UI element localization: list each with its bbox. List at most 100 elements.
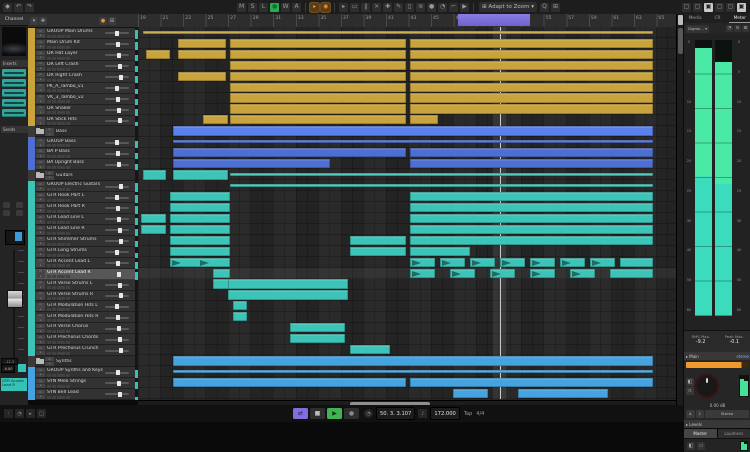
audio-event[interactable] bbox=[410, 225, 653, 234]
audio-event[interactable] bbox=[230, 104, 406, 113]
volume-slider[interactable] bbox=[105, 83, 135, 94]
volume-slider-knob[interactable] bbox=[116, 315, 120, 320]
track-row-guitars[interactable]: msGuitars bbox=[28, 170, 138, 181]
time-signature[interactable]: 4/4 bbox=[476, 411, 484, 417]
mute-solo-listen-button[interactable]: M bbox=[237, 3, 246, 12]
volume-slider[interactable] bbox=[105, 345, 135, 356]
track-row-gtr-prechorus-crunch[interactable]: msGTR Prechorus Crunch bbox=[28, 345, 138, 356]
levels-section-header[interactable]: ▸ Levels bbox=[684, 420, 750, 428]
audio-event[interactable] bbox=[143, 31, 653, 34]
audio-event[interactable] bbox=[410, 247, 470, 256]
control-room-gain-value[interactable]: 0.00 dB bbox=[684, 403, 750, 410]
solo-button[interactable]: s bbox=[36, 99, 45, 103]
tool-icon[interactable]: ⌐ bbox=[449, 3, 458, 12]
mute-button[interactable]: m bbox=[36, 149, 45, 153]
selected-track-name-chip[interactable]: GTR Accent Lead R bbox=[1, 378, 27, 391]
solo-button[interactable]: s bbox=[36, 88, 45, 92]
audio-event[interactable] bbox=[410, 236, 653, 245]
automation-read-write-button[interactable]: A bbox=[292, 3, 301, 12]
solo-button[interactable]: s bbox=[36, 143, 45, 147]
volume-slider[interactable] bbox=[105, 61, 135, 72]
volume-slider[interactable] bbox=[105, 148, 135, 159]
volume-slider[interactable] bbox=[105, 323, 135, 334]
solo-button[interactable]: s bbox=[36, 329, 45, 333]
volume-slider[interactable] bbox=[105, 389, 135, 400]
track-row-gtr-modulation-hits-r[interactable]: msGTR Modulation Hits R bbox=[28, 312, 138, 323]
volume-slider-knob[interactable] bbox=[117, 53, 121, 58]
volume-slider[interactable] bbox=[105, 291, 135, 302]
channel-button[interactable] bbox=[3, 210, 10, 216]
insert-slot[interactable] bbox=[2, 69, 26, 77]
audio-event[interactable] bbox=[230, 72, 406, 81]
audio-event[interactable] bbox=[500, 258, 525, 267]
volume-slider[interactable] bbox=[105, 137, 135, 148]
monitor-button-stereo[interactable]: Stereo bbox=[705, 410, 749, 418]
sends-header[interactable]: Sends bbox=[1, 126, 29, 133]
audio-event[interactable] bbox=[203, 115, 228, 124]
tap-tempo-button[interactable]: Tap bbox=[464, 411, 472, 417]
audio-event[interactable] bbox=[233, 312, 247, 321]
audio-event[interactable] bbox=[173, 370, 653, 373]
volume-slider[interactable] bbox=[105, 170, 135, 181]
insert-slot[interactable] bbox=[2, 89, 26, 97]
volume-slider[interactable] bbox=[105, 258, 135, 269]
audio-event[interactable] bbox=[450, 269, 475, 278]
volume-slider[interactable] bbox=[105, 159, 135, 170]
track-row-gtr-accent-lead-r[interactable]: msGTR Accent Lead R bbox=[28, 269, 138, 280]
audio-event[interactable] bbox=[518, 389, 608, 398]
audio-event[interactable] bbox=[350, 247, 406, 256]
solo-button[interactable]: s bbox=[45, 362, 54, 366]
solo-button[interactable]: s bbox=[36, 242, 45, 246]
volume-slider-knob[interactable] bbox=[116, 370, 120, 375]
volume-slider[interactable] bbox=[105, 367, 135, 378]
tracklist-header-icon[interactable]: ▾ bbox=[30, 17, 38, 25]
volume-slider-knob[interactable] bbox=[115, 250, 119, 255]
audio-event[interactable] bbox=[173, 378, 406, 387]
track-row-gtr-long-strums[interactable]: msGTR Long Strums bbox=[28, 247, 138, 258]
meter-option-icon[interactable]: ≡ bbox=[734, 25, 741, 32]
audio-event[interactable] bbox=[141, 225, 166, 234]
solo-button[interactable]: s bbox=[36, 395, 45, 399]
insert-slot[interactable] bbox=[2, 109, 26, 117]
solo-button[interactable]: s bbox=[36, 318, 45, 322]
solo-button[interactable]: s bbox=[36, 34, 45, 38]
undo-redo-icon[interactable]: ↶ bbox=[14, 3, 23, 12]
solo-button[interactable]: s bbox=[36, 110, 45, 114]
track-row-dr-shaker[interactable]: msDR Shaker bbox=[28, 105, 138, 116]
audio-event[interactable] bbox=[530, 258, 555, 267]
stop-button[interactable]: ■ bbox=[310, 408, 325, 419]
zone-toggle-icon[interactable]: ▣ bbox=[704, 3, 713, 12]
transport-option-icon[interactable]: □ bbox=[37, 409, 46, 418]
tool-icon[interactable]: ◔ bbox=[438, 3, 447, 12]
audio-event[interactable] bbox=[173, 159, 330, 168]
mute-button[interactable]: m bbox=[45, 128, 54, 132]
solo-button[interactable]: s bbox=[36, 198, 45, 202]
tracklist-header-icon[interactable]: ⊞ bbox=[108, 17, 116, 25]
undo-redo-icon[interactable]: ↷ bbox=[25, 3, 34, 12]
position-display[interactable]: 50. 3. 3.107 bbox=[376, 407, 415, 420]
levels-tab-loudness[interactable]: Loudness bbox=[718, 429, 750, 438]
highlighted-tool-icon[interactable]: ◉ bbox=[321, 3, 330, 12]
solo-button[interactable]: s bbox=[36, 67, 45, 71]
volume-slider-knob[interactable] bbox=[117, 381, 121, 386]
audio-event[interactable] bbox=[560, 258, 585, 267]
tool-icon[interactable]: ∥ bbox=[361, 3, 370, 12]
track-row-gtr-accent-lead-l[interactable]: msGTR Accent Lead L bbox=[28, 258, 138, 269]
track-row-dr-left-crash[interactable]: msDR Left Crash bbox=[28, 61, 138, 72]
audio-event[interactable] bbox=[410, 214, 653, 223]
right-zone-tab-cr[interactable]: CR bbox=[706, 14, 728, 23]
audio-event[interactable] bbox=[410, 192, 653, 201]
audio-event[interactable] bbox=[230, 115, 406, 124]
volume-slider-knob[interactable] bbox=[117, 108, 121, 113]
transport-option-icon[interactable]: ◔ bbox=[15, 409, 24, 418]
volume-slider[interactable] bbox=[105, 72, 135, 83]
volume-fader[interactable] bbox=[7, 290, 23, 308]
transport-option-icon[interactable]: ∶ bbox=[4, 409, 13, 418]
mute-button[interactable]: m bbox=[36, 324, 45, 328]
tool-icon[interactable]: ✚ bbox=[383, 3, 392, 12]
channel-button[interactable] bbox=[16, 202, 23, 208]
tempo-display[interactable]: 172.000 bbox=[430, 407, 459, 420]
audio-event[interactable] bbox=[173, 140, 653, 143]
volume-slider-knob[interactable] bbox=[116, 97, 120, 102]
audio-event[interactable] bbox=[410, 148, 653, 157]
